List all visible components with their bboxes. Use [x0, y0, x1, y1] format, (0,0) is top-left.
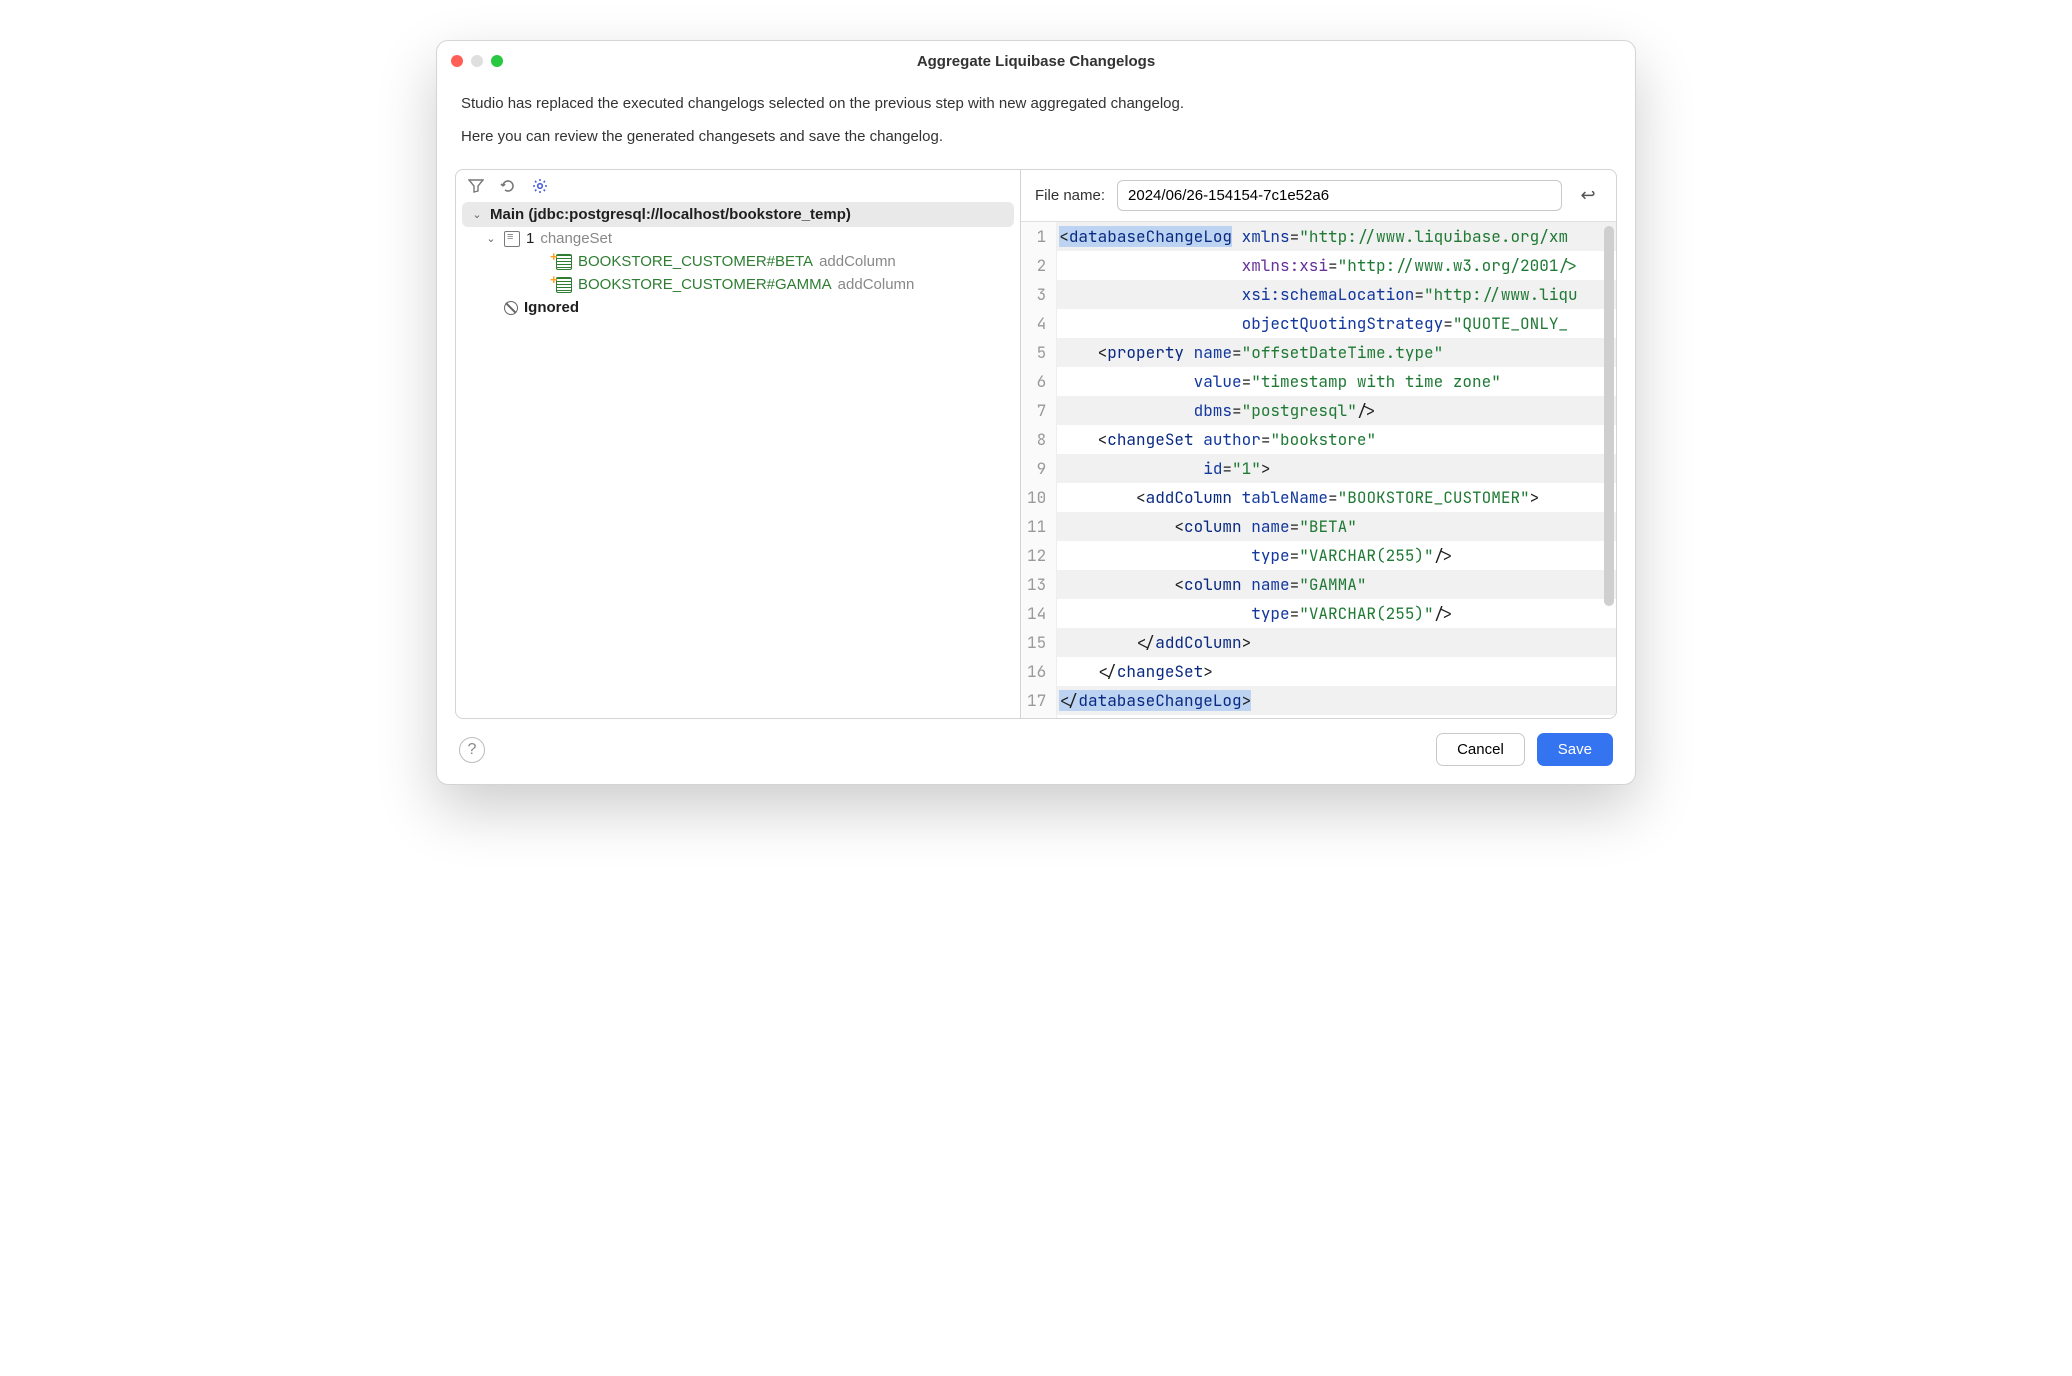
code-line[interactable]: xsi:schemaLocation="http://www.liqu	[1057, 280, 1616, 309]
window-controls	[451, 55, 503, 67]
ignored-icon	[504, 301, 518, 315]
editor-code[interactable]: <databaseChangeLog xmlns="http://www.liq…	[1057, 222, 1616, 718]
tree-toolbar	[456, 170, 1020, 202]
zoom-icon[interactable]	[491, 55, 503, 67]
tree-node-addcolumn-gamma[interactable]: BOOKSTORE_CUSTOMER#GAMMA addColumn	[456, 273, 1020, 296]
dialog-footer: ? Cancel Save	[437, 719, 1635, 784]
addcolumn-gamma-name: BOOKSTORE_CUSTOMER#GAMMA	[578, 276, 832, 293]
code-line[interactable]: <databaseChangeLog xmlns="http://www.liq…	[1057, 222, 1616, 251]
gutter-line: 4	[1027, 309, 1046, 338]
code-line[interactable]: <addColumn tableName="BOOKSTORE_CUSTOMER…	[1057, 483, 1616, 512]
description-line-2: Here you can review the generated change…	[461, 128, 1611, 145]
gutter-line: 16	[1027, 657, 1046, 686]
code-line[interactable]: <column name="GAMMA"	[1057, 570, 1616, 599]
code-line[interactable]: value="timestamp with time zone"	[1057, 367, 1616, 396]
changeset-suffix: changeSet	[540, 230, 612, 247]
gutter-line: 14	[1027, 599, 1046, 628]
footer-buttons: Cancel Save	[1436, 733, 1613, 766]
code-line[interactable]: </addColumn>	[1057, 628, 1616, 657]
gutter-line: 11	[1027, 512, 1046, 541]
gear-icon[interactable]	[530, 176, 550, 196]
gutter-line: 17	[1027, 686, 1046, 715]
description-line-1: Studio has replaced the executed changel…	[461, 95, 1611, 112]
help-button[interactable]: ?	[459, 737, 485, 763]
file-name-label: File name:	[1035, 187, 1105, 204]
code-line[interactable]: xmlns:xsi="http://www.w3.org/2001/>	[1057, 251, 1616, 280]
gutter-line: 3	[1027, 280, 1046, 309]
changeset-count: 1	[526, 230, 534, 247]
code-line[interactable]: <property name="offsetDateTime.type"	[1057, 338, 1616, 367]
addcolumn-gamma-kind: addColumn	[838, 276, 915, 293]
tree-node-ignored[interactable]: Ignored	[456, 296, 1020, 319]
cancel-button[interactable]: Cancel	[1436, 733, 1525, 766]
file-name-row: File name: ↩	[1021, 170, 1616, 221]
dialog-window: Aggregate Liquibase Changelogs Studio ha…	[436, 40, 1636, 785]
gutter-line: 5	[1027, 338, 1046, 367]
code-line[interactable]: type="VARCHAR(255)"/>	[1057, 599, 1616, 628]
code-line[interactable]: </databaseChangeLog>	[1057, 686, 1616, 715]
dialog-description: Studio has replaced the executed changel…	[437, 81, 1635, 169]
gutter-line: 2	[1027, 251, 1046, 280]
code-line[interactable]: <changeSet author="bookstore"	[1057, 425, 1616, 454]
gutter-line: 9	[1027, 454, 1046, 483]
addcolumn-beta-name: BOOKSTORE_CUSTOMER#BETA	[578, 253, 813, 270]
code-line[interactable]: </changeSet>	[1057, 657, 1616, 686]
add-column-icon	[556, 277, 572, 293]
ignored-label: Ignored	[524, 299, 579, 316]
code-line[interactable]: objectQuotingStrategy="QUOTE_ONLY_	[1057, 309, 1616, 338]
code-line[interactable]: dbms="postgresql"/>	[1057, 396, 1616, 425]
gutter-line: 6	[1027, 367, 1046, 396]
gutter-line: 12	[1027, 541, 1046, 570]
chevron-down-icon[interactable]	[484, 232, 498, 245]
gutter-line: 8	[1027, 425, 1046, 454]
dialog-title: Aggregate Liquibase Changelogs	[437, 53, 1635, 70]
editor-panel: File name: ↩ 1234567891011121314151617 <…	[1021, 170, 1616, 718]
scrollbar[interactable]	[1604, 226, 1614, 606]
addcolumn-beta-kind: addColumn	[819, 253, 896, 270]
titlebar: Aggregate Liquibase Changelogs	[437, 41, 1635, 81]
changeset-icon	[504, 231, 520, 247]
minimize-icon[interactable]	[471, 55, 483, 67]
reload-icon[interactable]	[498, 176, 518, 196]
editor-gutter: 1234567891011121314151617	[1021, 222, 1057, 718]
code-line[interactable]: type="VARCHAR(255)"/>	[1057, 541, 1616, 570]
tree-node-main[interactable]: Main (jdbc:postgresql://localhost/bookst…	[462, 202, 1014, 227]
gutter-line: 10	[1027, 483, 1046, 512]
content-split: Main (jdbc:postgresql://localhost/bookst…	[455, 169, 1617, 719]
file-name-input[interactable]	[1117, 180, 1562, 211]
save-button[interactable]: Save	[1537, 733, 1613, 766]
changelog-tree-panel: Main (jdbc:postgresql://localhost/bookst…	[456, 170, 1021, 718]
xml-editor[interactable]: 1234567891011121314151617 <databaseChang…	[1021, 221, 1616, 718]
gutter-line: 7	[1027, 396, 1046, 425]
tree-node-changeset[interactable]: 1 changeSet	[456, 227, 1020, 250]
code-line[interactable]: id="1">	[1057, 454, 1616, 483]
add-column-icon	[556, 254, 572, 270]
tree-main-label: Main (jdbc:postgresql://localhost/bookst…	[490, 206, 851, 223]
gutter-line: 1	[1027, 222, 1046, 251]
tree-node-addcolumn-beta[interactable]: BOOKSTORE_CUSTOMER#BETA addColumn	[456, 250, 1020, 273]
changelog-tree: Main (jdbc:postgresql://localhost/bookst…	[456, 202, 1020, 718]
filter-icon[interactable]	[466, 176, 486, 196]
undo-icon[interactable]: ↩	[1574, 182, 1602, 210]
close-icon[interactable]	[451, 55, 463, 67]
gutter-line: 13	[1027, 570, 1046, 599]
gutter-line: 15	[1027, 628, 1046, 657]
code-line[interactable]: <column name="BETA"	[1057, 512, 1616, 541]
chevron-down-icon[interactable]	[470, 208, 484, 221]
